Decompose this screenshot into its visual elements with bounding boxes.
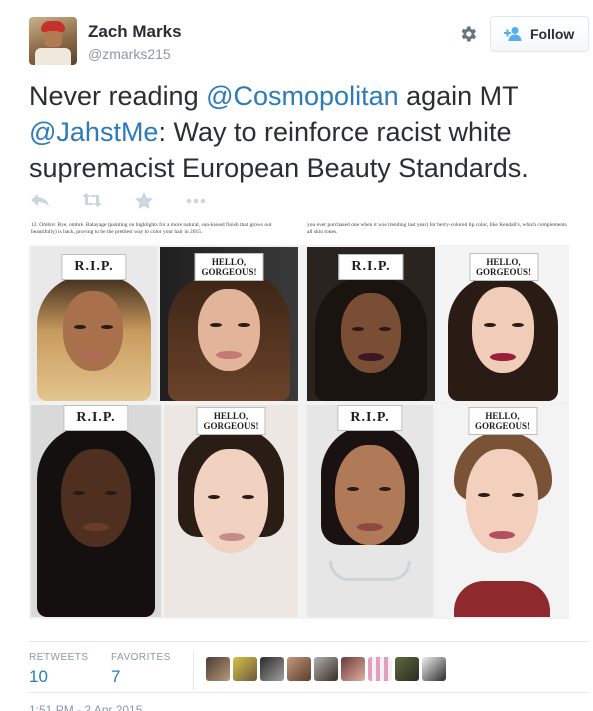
hello-line: HELLO,: [211, 257, 247, 267]
follow-button[interactable]: Follow: [490, 16, 589, 52]
mention-link[interactable]: @Cosmopolitan: [206, 81, 399, 111]
stats-separator: [193, 652, 194, 690]
favorites-count: 7: [111, 667, 121, 686]
favorites-label: FAVORITES: [111, 652, 171, 663]
photo-caption-row: 12. Ombré: Bye, ombré. Balayage (paintin…: [29, 219, 569, 245]
favoriter-avatar[interactable]: [260, 657, 284, 681]
favoriter-avatar[interactable]: [341, 657, 365, 681]
favoriter-avatar[interactable]: [233, 657, 257, 681]
avatar-face: [44, 31, 62, 47]
author-handle[interactable]: @zmarks215: [88, 46, 171, 62]
avatar-shirt: [35, 48, 71, 65]
tweet-stats: RETWEETS 10 FAVORITES 7: [29, 652, 589, 692]
favoriter-avatars: [206, 657, 446, 681]
gorgeous-line: GORGEOUS!: [201, 267, 257, 277]
tweet-text-part: Never reading: [29, 81, 207, 111]
retweets-label: RETWEETS: [29, 652, 89, 663]
tweet-actions: [29, 188, 229, 214]
add-user-icon: [504, 27, 522, 41]
stats-divider-top: [29, 641, 589, 642]
star-icon[interactable]: [133, 191, 155, 209]
more-icon[interactable]: [185, 191, 207, 209]
tweet-photo[interactable]: 12. Ombré: Bye, ombré. Balayage (paintin…: [29, 219, 569, 619]
tweet-timestamp[interactable]: 1:51 PM - 2 Apr 2015: [29, 703, 142, 711]
stats-divider-bottom: [29, 692, 589, 693]
favoriter-avatar[interactable]: [422, 657, 446, 681]
hello-line: HELLO,: [486, 257, 521, 267]
photo-panel: R.I.P.: [31, 247, 157, 401]
photo-caption-right: you ever purchased one when it was trend…: [307, 222, 567, 235]
gear-icon[interactable]: [458, 24, 478, 44]
photo-panel: R.I.P.: [307, 247, 435, 401]
tweet-text: Never reading @Cosmopolitan again MT @Ja…: [29, 78, 569, 186]
photo-panel: R.I.P.: [307, 405, 433, 617]
follow-label: Follow: [530, 26, 575, 42]
retweets-stat[interactable]: RETWEETS 10: [29, 652, 89, 687]
favoriter-avatar[interactable]: [395, 657, 419, 681]
author-name[interactable]: Zach Marks: [88, 22, 182, 42]
photo-panel: HELLO, GORGEOUS!: [436, 405, 569, 617]
favoriter-avatar[interactable]: [368, 657, 392, 681]
photo-panel: HELLO, GORGEOUS!: [164, 405, 298, 617]
favoriter-avatar[interactable]: [206, 657, 230, 681]
reply-icon[interactable]: [29, 191, 51, 209]
gorgeous-line: GORGEOUS!: [203, 421, 259, 431]
photo-panel: HELLO, GORGEOUS!: [160, 247, 298, 401]
gorgeous-line: GORGEOUS!: [474, 421, 531, 431]
hello-gorgeous-label: HELLO, GORGEOUS!: [467, 407, 538, 435]
rip-label: R.I.P.: [338, 254, 404, 280]
retweets-count: 10: [29, 667, 48, 686]
favoriter-avatar[interactable]: [314, 657, 338, 681]
favoriter-avatar[interactable]: [287, 657, 311, 681]
photo-panel: HELLO, GORGEOUS!: [438, 247, 569, 401]
rip-label: R.I.P.: [63, 405, 129, 431]
hello-line: HELLO,: [213, 411, 249, 421]
rip-label: R.I.P.: [61, 254, 127, 280]
gorgeous-line: GORGEOUS!: [475, 267, 532, 277]
favorites-stat[interactable]: FAVORITES 7: [111, 652, 171, 687]
retweet-icon[interactable]: [81, 191, 103, 209]
hello-gorgeous-label: HELLO, GORGEOUS!: [196, 407, 266, 435]
hello-line: HELLO,: [485, 411, 520, 421]
mention-link[interactable]: @JahstMe: [29, 117, 158, 147]
photo-caption-left: 12. Ombré: Bye, ombré. Balayage (paintin…: [31, 222, 272, 235]
rip-label: R.I.P.: [337, 405, 403, 431]
photo-panel: R.I.P.: [31, 405, 161, 617]
avatar[interactable]: [29, 17, 77, 65]
hello-gorgeous-label: HELLO, GORGEOUS!: [194, 253, 264, 281]
hello-gorgeous-label: HELLO, GORGEOUS!: [468, 253, 539, 281]
tweet-text-part: again MT: [398, 81, 519, 111]
